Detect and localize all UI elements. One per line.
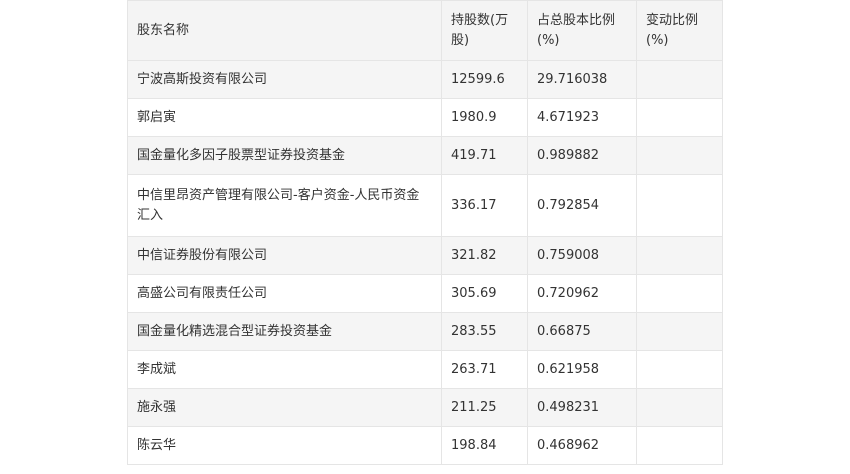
cell-shares: 263.71	[441, 350, 528, 389]
table-row: 郭启寅 1980.9 4.671923	[127, 98, 723, 137]
cell-name: 高盛公司有限责任公司	[127, 274, 442, 313]
cell-shares: 211.25	[441, 388, 528, 427]
table-header: 股东名称 持股数(万股) 占总股本比例(%) 变动比例(%)	[127, 0, 723, 61]
cell-change	[636, 388, 723, 427]
cell-ratio: 4.671923	[527, 98, 637, 137]
table-row: 中信里昂资产管理有限公司-客户资金-人民币资金汇入 336.17 0.79285…	[127, 174, 723, 237]
cell-ratio: 0.468962	[527, 426, 637, 465]
cell-shares: 1980.9	[441, 98, 528, 137]
cell-ratio: 0.759008	[527, 236, 637, 275]
cell-change	[636, 350, 723, 389]
table-row: 陈云华 198.84 0.468962	[127, 426, 723, 465]
cell-shares: 198.84	[441, 426, 528, 465]
cell-ratio: 29.716038	[527, 60, 637, 99]
header-shareholder-name: 股东名称	[127, 0, 442, 61]
cell-change	[636, 136, 723, 175]
cell-ratio: 0.792854	[527, 174, 637, 237]
header-row: 股东名称 持股数(万股) 占总股本比例(%) 变动比例(%)	[127, 0, 723, 61]
cell-name: 陈云华	[127, 426, 442, 465]
shareholder-table-container: 股东名称 持股数(万股) 占总股本比例(%) 变动比例(%) 宁波高斯投资有限公…	[127, 0, 723, 465]
cell-name: 郭启寅	[127, 98, 442, 137]
table-row: 国金量化多因子股票型证券投资基金 419.71 0.989882	[127, 136, 723, 175]
cell-change	[636, 174, 723, 237]
cell-name: 宁波高斯投资有限公司	[127, 60, 442, 99]
shareholder-table: 股东名称 持股数(万股) 占总股本比例(%) 变动比例(%) 宁波高斯投资有限公…	[127, 0, 723, 465]
cell-change	[636, 312, 723, 351]
table-row: 施永强 211.25 0.498231	[127, 388, 723, 427]
cell-change	[636, 60, 723, 99]
header-share-ratio: 占总股本比例(%)	[527, 0, 637, 61]
table-row: 国金量化精选混合型证券投资基金 283.55 0.66875	[127, 312, 723, 351]
cell-change	[636, 236, 723, 275]
cell-change	[636, 98, 723, 137]
cell-shares: 305.69	[441, 274, 528, 313]
table-row: 中信证券股份有限公司 321.82 0.759008	[127, 236, 723, 275]
cell-name: 李成斌	[127, 350, 442, 389]
cell-ratio: 0.720962	[527, 274, 637, 313]
cell-ratio: 0.498231	[527, 388, 637, 427]
table-body: 宁波高斯投资有限公司 12599.6 29.716038 郭启寅 1980.9 …	[127, 60, 723, 465]
cell-shares: 336.17	[441, 174, 528, 237]
cell-shares: 419.71	[441, 136, 528, 175]
header-change-ratio: 变动比例(%)	[636, 0, 723, 61]
table-row: 李成斌 263.71 0.621958	[127, 350, 723, 389]
cell-ratio: 0.621958	[527, 350, 637, 389]
cell-change	[636, 426, 723, 465]
cell-name: 国金量化精选混合型证券投资基金	[127, 312, 442, 351]
cell-name: 施永强	[127, 388, 442, 427]
cell-name: 中信里昂资产管理有限公司-客户资金-人民币资金汇入	[127, 174, 442, 237]
cell-shares: 321.82	[441, 236, 528, 275]
cell-name: 中信证券股份有限公司	[127, 236, 442, 275]
table-row: 宁波高斯投资有限公司 12599.6 29.716038	[127, 60, 723, 99]
cell-shares: 12599.6	[441, 60, 528, 99]
cell-ratio: 0.66875	[527, 312, 637, 351]
cell-change	[636, 274, 723, 313]
cell-name: 国金量化多因子股票型证券投资基金	[127, 136, 442, 175]
table-row: 高盛公司有限责任公司 305.69 0.720962	[127, 274, 723, 313]
cell-shares: 283.55	[441, 312, 528, 351]
header-shares: 持股数(万股)	[441, 0, 528, 61]
cell-ratio: 0.989882	[527, 136, 637, 175]
